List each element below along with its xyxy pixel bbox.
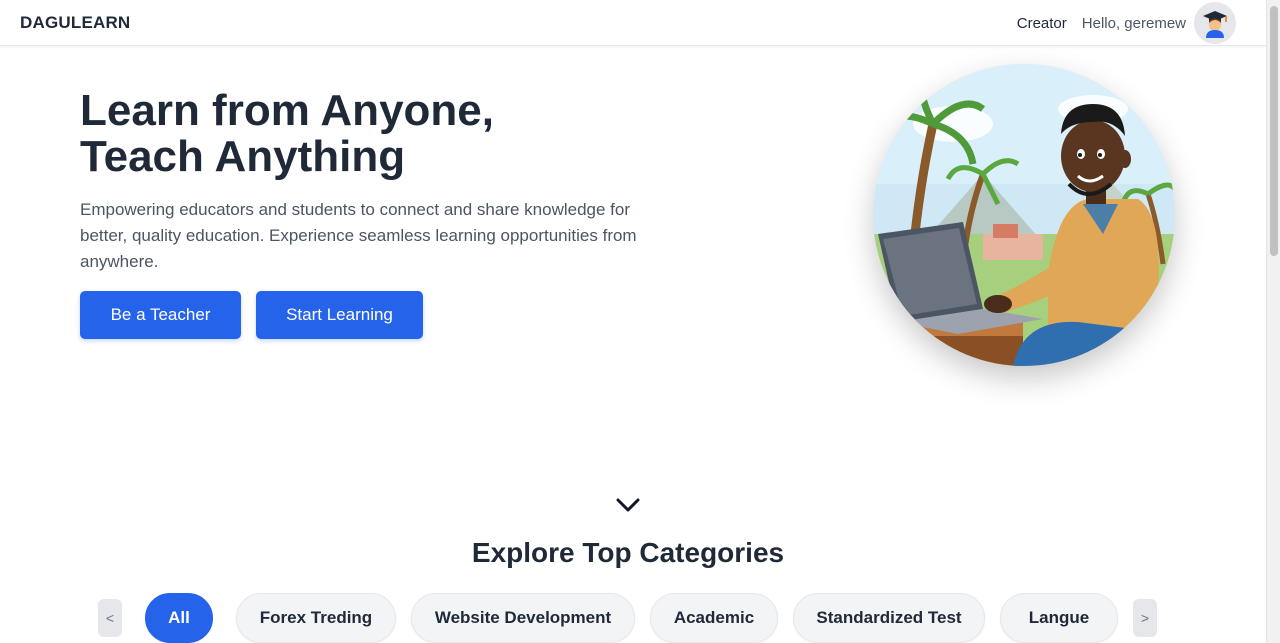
- category-pill-all[interactable]: All: [145, 593, 213, 643]
- brand-logo[interactable]: DAGULEARN: [20, 13, 130, 33]
- category-pill-academic[interactable]: Academic: [650, 593, 778, 643]
- top-nav: DAGULEARN Creator Hello, geremew: [0, 0, 1266, 46]
- user-greeting: Hello, geremew: [1081, 14, 1186, 32]
- category-pill-langue[interactable]: Langue: [1000, 593, 1118, 643]
- page: DAGULEARN Creator Hello, geremew Learn f…: [0, 0, 1280, 643]
- user-avatar[interactable]: [1194, 2, 1236, 44]
- start-learning-button[interactable]: Start Learning: [256, 291, 423, 339]
- category-prev-button[interactable]: <: [98, 599, 122, 637]
- hero-title-line-2: Teach Anything: [80, 132, 406, 181]
- category-scroller: < All Forex Treding Website Development …: [0, 592, 1266, 643]
- category-pill-standardized-test[interactable]: Standardized Test: [793, 593, 985, 643]
- hero-title-line-1: Learn from Anyone,: [80, 86, 494, 135]
- category-next-button[interactable]: >: [1133, 599, 1157, 637]
- hero-title: Learn from Anyone, Teach Anything: [80, 88, 640, 180]
- page-scrollbar[interactable]: [1266, 0, 1280, 643]
- category-pill-forex-treding[interactable]: Forex Treding: [236, 593, 396, 643]
- student-avatar-icon: [1203, 11, 1227, 38]
- hero-subtitle: Empowering educators and students to con…: [80, 200, 637, 271]
- category-pill-website-development[interactable]: Website Development: [411, 593, 635, 643]
- nav-right: Creator Hello, geremew: [1017, 2, 1236, 44]
- categories-title: Explore Top Categories: [471, 537, 785, 568]
- scrollbar-thumb[interactable]: [1270, 6, 1278, 256]
- be-a-teacher-button[interactable]: Be a Teacher: [80, 291, 241, 339]
- chevron-down-icon[interactable]: [615, 494, 641, 516]
- creator-link[interactable]: Creator: [1017, 15, 1067, 32]
- hero-illustration: [873, 64, 1175, 366]
